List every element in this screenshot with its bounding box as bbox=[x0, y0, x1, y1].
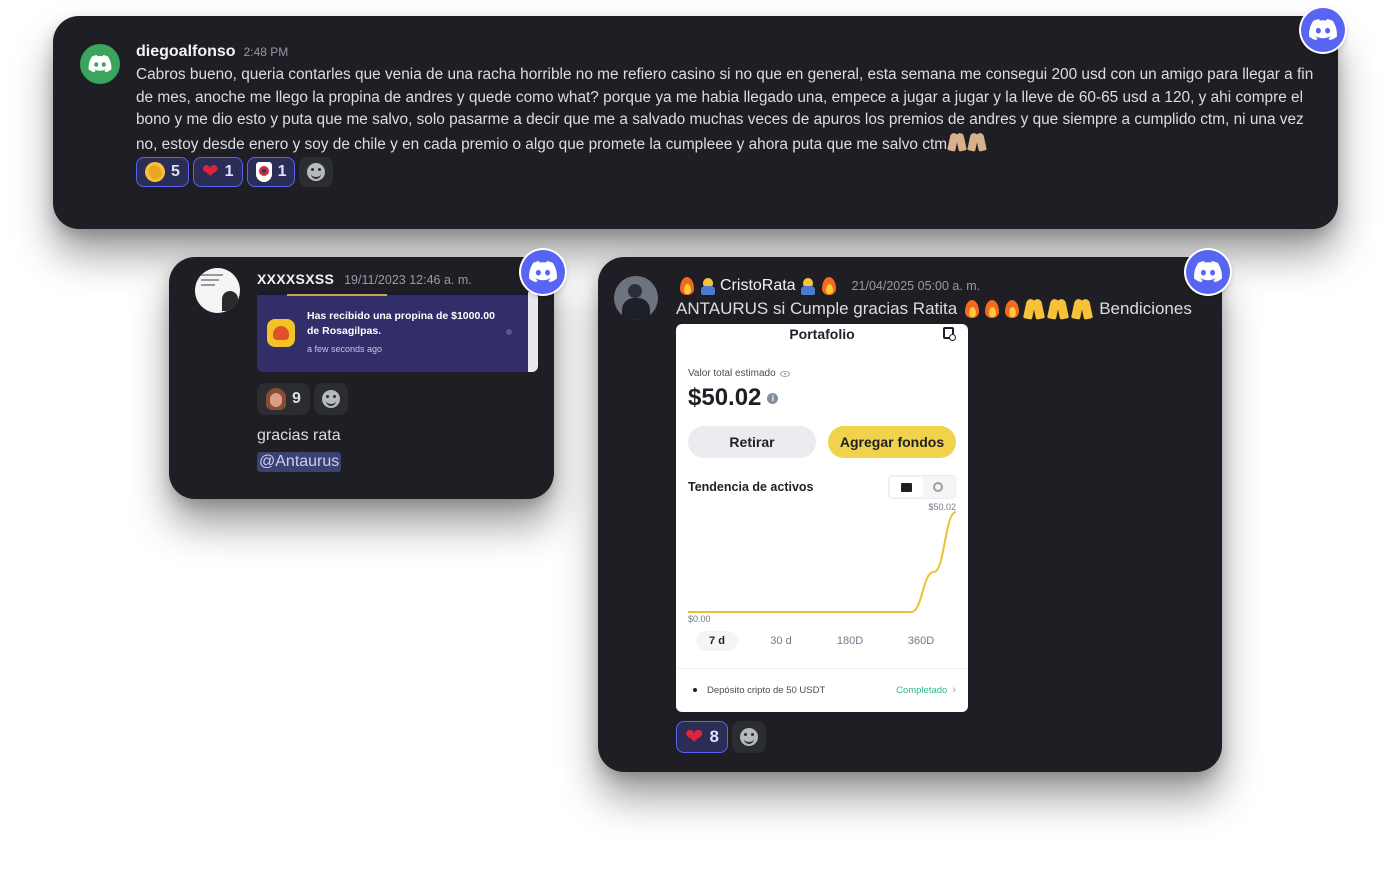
smiley-icon bbox=[307, 163, 326, 181]
discord-logo-icon bbox=[88, 55, 112, 73]
reactions-bar: 5 ❤ 1 1 bbox=[136, 157, 334, 187]
deposit-status: Completado bbox=[896, 684, 948, 696]
message-card-xxxxsxss: XXXXSXSS 19/11/2023 12:46 a. m. Has reci… bbox=[169, 257, 554, 499]
add-reaction-button[interactable] bbox=[299, 157, 334, 187]
deposit-row[interactable]: Depósito cripto de 50 USDT Completado › bbox=[688, 684, 956, 696]
range-tab-360d[interactable]: 360D bbox=[901, 631, 941, 651]
folded-hands-icon bbox=[1071, 298, 1093, 320]
tendencia-label: Tendencia de activos bbox=[688, 480, 814, 494]
avatar-xxxxsxss[interactable] bbox=[195, 268, 240, 313]
message-body: Cabros bueno, queria contarles que venia… bbox=[136, 66, 1314, 153]
info-icon[interactable]: i bbox=[767, 392, 779, 404]
message-timestamp: 21/04/2025 05:00 a. m. bbox=[851, 279, 981, 293]
username[interactable]: diegoalfonso bbox=[136, 43, 236, 61]
avatar-diegoalfonso[interactable] bbox=[80, 44, 120, 84]
portfolio-amount: $50.02 bbox=[688, 384, 762, 411]
message-text: ANTAURUS si Cumple gracias Ratita Bendic… bbox=[676, 298, 1192, 320]
fire-icon bbox=[1003, 298, 1021, 320]
username[interactable]: CristoRata bbox=[720, 277, 796, 295]
add-reaction-button[interactable] bbox=[731, 721, 766, 753]
notification-text: Has recibido una propina de $1000.00 de … bbox=[307, 310, 495, 337]
username[interactable]: XXXXSXSS bbox=[257, 271, 334, 287]
series-line bbox=[688, 511, 957, 613]
notification-time: a few seconds ago bbox=[307, 344, 383, 354]
message-timestamp: 2:48 PM bbox=[243, 45, 289, 59]
chart-max-label: $50.02 bbox=[928, 502, 956, 512]
reaction-face[interactable]: 9 bbox=[257, 383, 310, 415]
fire-icon bbox=[820, 275, 838, 297]
reactions-bar: ❤ 8 bbox=[676, 721, 766, 753]
range-tab-180d[interactable]: 180D bbox=[830, 631, 870, 651]
fire-icon bbox=[983, 298, 1001, 320]
portfolio-title: Portafolio bbox=[789, 326, 855, 342]
red-heart-icon: ❤ bbox=[201, 161, 219, 183]
red-heart-icon: ❤ bbox=[685, 724, 704, 749]
discord-badge-icon bbox=[521, 250, 565, 294]
smiley-icon bbox=[739, 728, 758, 746]
deposit-text: Depósito cripto de 50 USDT bbox=[707, 684, 826, 696]
fire-icon bbox=[678, 275, 696, 297]
reaction-count: 5 bbox=[171, 163, 180, 180]
worker-icon bbox=[700, 277, 716, 295]
clapping-hands-icon bbox=[145, 162, 165, 182]
chevron-right-icon: › bbox=[952, 684, 956, 696]
message-body-tail: Bendiciones bbox=[1099, 299, 1192, 318]
range-tab-7d[interactable]: 7 d bbox=[696, 631, 738, 651]
asset-trend-chart bbox=[688, 511, 957, 613]
agregar-fondos-button[interactable]: Agregar fondos bbox=[828, 426, 956, 458]
notification-coin-icon bbox=[267, 319, 295, 347]
range-tab-30d[interactable]: 30 d bbox=[762, 631, 800, 651]
valor-label: Valor total estimado bbox=[688, 368, 776, 379]
reaction-count: 8 bbox=[709, 727, 719, 746]
message-body: ANTAURUS si Cumple gracias Ratita bbox=[676, 299, 958, 318]
message-card-diegoalfonso: diegoalfonso 2:48 PM Cabros bueno, queri… bbox=[53, 16, 1338, 229]
discord-badge-icon bbox=[1301, 8, 1345, 52]
embedded-image[interactable]: Has recibido una propina de $1000.00 de … bbox=[257, 292, 538, 372]
message-text: Cabros bueno, queria contarles que venia… bbox=[136, 64, 1316, 156]
reaction-red-heart[interactable]: ❤ 1 bbox=[192, 157, 243, 187]
reaction-count: 9 bbox=[292, 390, 301, 407]
message-timestamp: 19/11/2023 12:46 a. m. bbox=[344, 273, 472, 287]
eye-icon[interactable] bbox=[779, 370, 790, 377]
history-icon bbox=[943, 327, 956, 341]
reaction-clapping-hands[interactable]: 5 bbox=[136, 157, 189, 187]
add-reaction-button[interactable] bbox=[313, 383, 348, 415]
user-mention[interactable]: @Antaurus bbox=[257, 452, 342, 472]
smiley-icon bbox=[321, 390, 340, 408]
chart-type-toggle bbox=[888, 475, 956, 499]
person-face-icon bbox=[266, 388, 286, 410]
reactions-bar: 9 bbox=[257, 383, 348, 415]
reaction-red-heart[interactable]: ❤ 8 bbox=[676, 721, 728, 753]
folded-hands-icon bbox=[947, 132, 967, 152]
line-chart-icon[interactable] bbox=[890, 477, 923, 497]
folded-hands-icon bbox=[1047, 298, 1069, 320]
avatar-cristorata[interactable] bbox=[614, 276, 658, 320]
reaction-count: 1 bbox=[224, 163, 234, 180]
reaction-club-crest[interactable]: 1 bbox=[246, 157, 296, 187]
discord-badge-icon bbox=[1186, 250, 1230, 294]
retirar-button[interactable]: Retirar bbox=[688, 426, 816, 458]
reaction-count: 1 bbox=[277, 163, 287, 180]
pie-chart-icon[interactable] bbox=[933, 482, 943, 492]
club-crest-icon bbox=[255, 162, 272, 182]
notification-close-icon bbox=[506, 329, 512, 335]
portfolio-screenshot[interactable]: Portafolio Valor total estimado $50.02 i… bbox=[676, 324, 968, 712]
folded-hands-icon bbox=[967, 132, 987, 152]
folded-hands-icon bbox=[1023, 298, 1045, 320]
chart-min-label: $0.00 bbox=[688, 614, 711, 624]
fire-icon bbox=[963, 298, 981, 320]
bullet-icon bbox=[693, 688, 697, 692]
worker-icon bbox=[800, 277, 816, 295]
divider bbox=[676, 668, 968, 669]
message-text: gracias rata bbox=[257, 427, 341, 444]
